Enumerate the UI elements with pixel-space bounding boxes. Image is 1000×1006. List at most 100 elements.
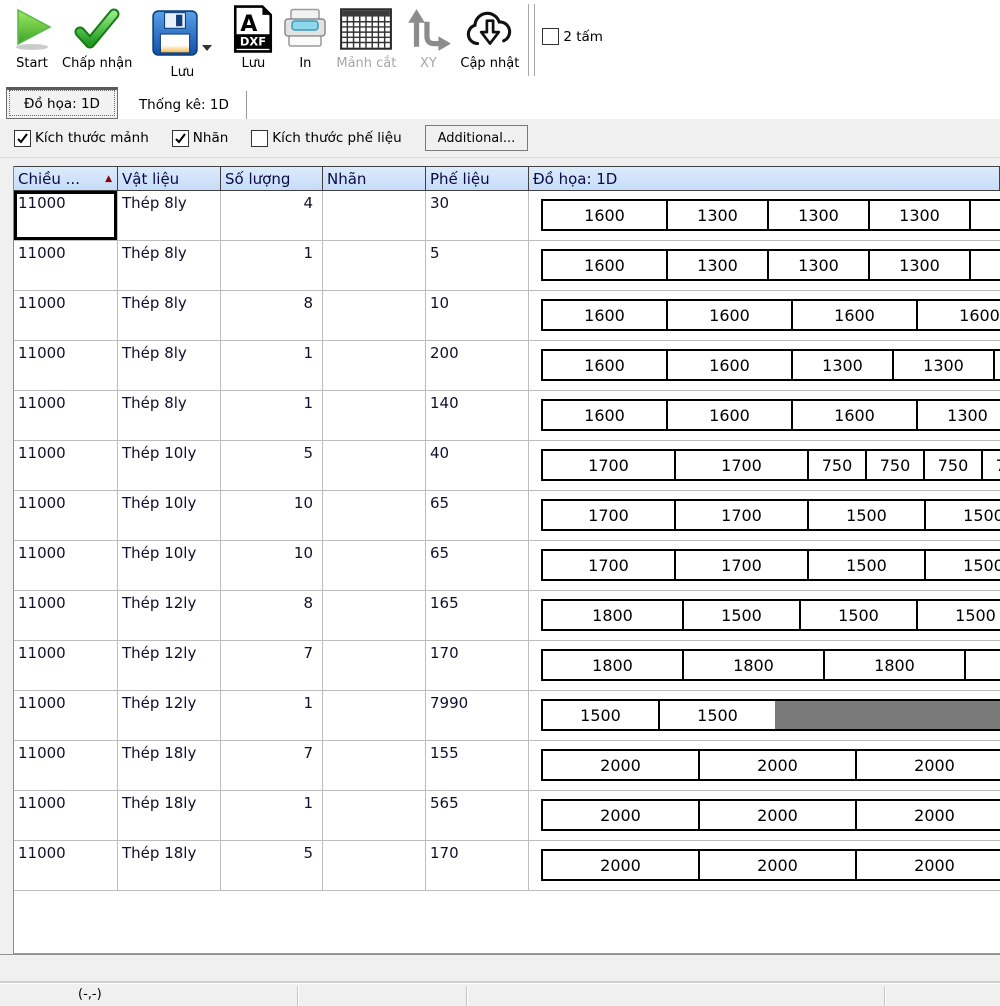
cell-length[interactable]: 11000 (14, 641, 118, 690)
cell-length[interactable]: 11000 (14, 241, 118, 290)
cell-length[interactable]: 11000 (14, 741, 118, 790)
header-quantity[interactable]: Số lượng (221, 167, 323, 190)
label-checkbox[interactable]: Nhãn (172, 130, 228, 147)
cell-length[interactable]: 11000 (14, 291, 118, 340)
cell-material[interactable]: Thép 12ly (118, 591, 221, 640)
cell-material[interactable]: Thép 10ly (118, 541, 221, 590)
cell-length[interactable]: 11000 (14, 591, 118, 640)
two-sheets-checkbox[interactable]: 2 tấm (542, 28, 603, 45)
tab-thong-ke-1d[interactable]: Thống kê: 1D (122, 91, 247, 119)
cell-scrap[interactable]: 165 (426, 591, 529, 640)
cell-cutting-diagram[interactable]: 1800150015001500 (529, 591, 1000, 640)
cell-cutting-diagram[interactable]: 1700170015001500 (529, 491, 1000, 540)
cell-label[interactable] (323, 341, 426, 390)
table-row[interactable]: 11000Thép 18ly1565200020002000 (14, 791, 1000, 841)
cell-material[interactable]: Thép 12ly (118, 691, 221, 740)
tab-do-hoa-1d[interactable]: Đồ họa: 1D (6, 87, 118, 119)
cell-material[interactable]: Thép 10ly (118, 491, 221, 540)
cell-length[interactable]: 11000 (14, 191, 118, 240)
cell-scrap[interactable]: 65 (426, 541, 529, 590)
cell-material[interactable]: Thép 18ly (118, 841, 221, 890)
cell-scrap[interactable]: 30 (426, 191, 529, 240)
cell-length[interactable]: 11000 (14, 841, 118, 890)
cell-length[interactable]: 11000 (14, 391, 118, 440)
cell-label[interactable] (323, 441, 426, 490)
cell-quantity[interactable]: 5 (221, 441, 323, 490)
cell-material[interactable]: Thép 18ly (118, 741, 221, 790)
cell-quantity[interactable]: 8 (221, 291, 323, 340)
cell-cutting-diagram[interactable]: 200020002000 (529, 841, 1000, 890)
cell-cutting-diagram[interactable]: 16001600160013001300 (529, 391, 1000, 440)
table-row[interactable]: 11000Thép 18ly7155200020002000 (14, 741, 1000, 791)
cell-scrap[interactable]: 200 (426, 341, 529, 390)
cell-quantity[interactable]: 7 (221, 641, 323, 690)
save-dropdown-arrow[interactable] (202, 45, 212, 51)
update-button[interactable]: Cập nhật (456, 0, 523, 84)
cell-label[interactable] (323, 291, 426, 340)
cell-label[interactable] (323, 691, 426, 740)
cell-label[interactable] (323, 591, 426, 640)
cell-quantity[interactable]: 1 (221, 241, 323, 290)
cell-cutting-diagram[interactable]: 200020002000 (529, 741, 1000, 790)
header-length[interactable]: Chiều ... ▲ (14, 167, 118, 190)
table-row[interactable]: 11000Thép 10ly5 4017001700750750750750 (14, 441, 1000, 491)
save-button[interactable]: Lưu (136, 0, 228, 84)
cell-material[interactable]: Thép 8ly (118, 341, 221, 390)
cell-scrap[interactable]: 7990 (426, 691, 529, 740)
cell-label[interactable] (323, 191, 426, 240)
cell-label[interactable] (323, 241, 426, 290)
cell-quantity[interactable]: 10 (221, 491, 323, 540)
cell-scrap[interactable]: 40 (426, 441, 529, 490)
cell-cutting-diagram[interactable]: 17001700750750750750 (529, 441, 1000, 490)
table-row[interactable]: 11000Thép 12ly71701800180018001800 (14, 641, 1000, 691)
table-row[interactable]: 11000Thép 8ly8101600160016001600 (14, 291, 1000, 341)
cell-scrap[interactable]: 140 (426, 391, 529, 440)
cell-cutting-diagram[interactable]: 1600160016001600 (529, 291, 1000, 340)
cut-pieces-button[interactable]: Mảnh cắt (332, 0, 400, 84)
table-row[interactable]: 11000Thép 10ly10651700170015001500 (14, 491, 1000, 541)
cell-cutting-diagram[interactable]: 16001300130013001300 (529, 191, 1000, 240)
table-row[interactable]: 11000Thép 12ly1799015001500 (14, 691, 1000, 741)
cell-quantity[interactable]: 5 (221, 841, 323, 890)
accept-button[interactable]: Chấp nhận (58, 0, 136, 84)
cell-material[interactable]: Thép 8ly (118, 241, 221, 290)
cell-length[interactable]: 11000 (14, 491, 118, 540)
cell-label[interactable] (323, 641, 426, 690)
cell-scrap[interactable]: 565 (426, 791, 529, 840)
cell-material[interactable]: Thép 10ly (118, 441, 221, 490)
table-row[interactable]: 11000Thép 8ly1516001300130013001300 (14, 241, 1000, 291)
cell-scrap[interactable]: 5 (426, 241, 529, 290)
scrap-size-checkbox[interactable]: Kích thước phế liệu (251, 130, 401, 147)
print-button[interactable]: In (278, 0, 332, 84)
cell-label[interactable] (323, 791, 426, 840)
start-button[interactable]: Start (6, 0, 58, 84)
cell-quantity[interactable]: 8 (221, 591, 323, 640)
cell-label[interactable] (323, 841, 426, 890)
header-graphic[interactable]: Đồ họa: 1D (529, 167, 1000, 190)
cell-label[interactable] (323, 391, 426, 440)
table-row[interactable]: 11000Thép 8ly1 14016001600160013001300 (14, 391, 1000, 441)
cell-quantity[interactable]: 4 (221, 191, 323, 240)
table-row[interactable]: 11000Thép 12ly8 1651800150015001500 (14, 591, 1000, 641)
cell-cutting-diagram[interactable]: 16001600130013001300 (529, 341, 1000, 390)
cell-quantity[interactable]: 1 (221, 691, 323, 740)
cell-cutting-diagram[interactable]: 1800180018001800 (529, 641, 1000, 690)
cell-label[interactable] (323, 541, 426, 590)
cell-quantity[interactable]: 1 (221, 391, 323, 440)
cell-length[interactable]: 11000 (14, 441, 118, 490)
cell-label[interactable] (323, 491, 426, 540)
table-row[interactable]: 11000Thép 8ly4 3016001300130013001300 (14, 191, 1000, 241)
cell-length[interactable]: 11000 (14, 691, 118, 740)
header-label[interactable]: Nhãn (323, 167, 426, 190)
table-row[interactable]: 11000Thép 8ly120016001600130013001300 (14, 341, 1000, 391)
cell-scrap[interactable]: 10 (426, 291, 529, 340)
cell-scrap[interactable]: 170 (426, 841, 529, 890)
table-row[interactable]: 11000Thép 10ly10651700170015001500 (14, 541, 1000, 591)
cell-material[interactable]: Thép 8ly (118, 391, 221, 440)
cell-material[interactable]: Thép 18ly (118, 791, 221, 840)
cell-material[interactable]: Thép 8ly (118, 191, 221, 240)
cell-length[interactable]: 11000 (14, 341, 118, 390)
additional-button[interactable]: Additional... (425, 125, 529, 151)
cell-length[interactable]: 11000 (14, 541, 118, 590)
xy-button[interactable]: XY (400, 0, 456, 84)
